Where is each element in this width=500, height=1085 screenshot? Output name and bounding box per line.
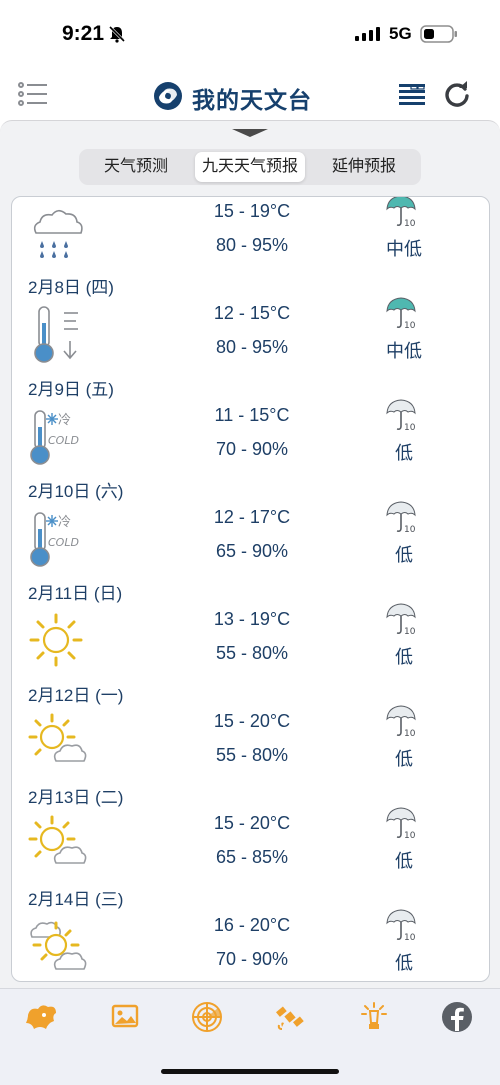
observatory-logo-icon xyxy=(153,81,183,116)
rain-risk: 低 xyxy=(395,443,413,463)
tab-bar: 天气预测 九天天气预报 延伸预报 xyxy=(79,149,421,185)
humidity-range: 70 - 90% xyxy=(215,439,289,459)
satellite-icon[interactable] xyxy=(274,1001,306,1038)
signal-icon xyxy=(355,27,381,46)
forecast-date: 2月8日 (四) xyxy=(28,278,114,297)
rain-risk: 低 xyxy=(395,545,413,565)
umbrella-label: 10 xyxy=(404,525,416,534)
rain-risk: 低 xyxy=(395,749,413,769)
humidity-range: 80 - 95% xyxy=(215,235,289,255)
status-time: 9:21 xyxy=(62,22,105,45)
umbrella-label: 10 xyxy=(404,729,416,738)
forecast-row: 2月13日 (二) 15 - 20°C 65 - 85% 10 低 xyxy=(12,788,489,892)
refresh-icon[interactable] xyxy=(443,80,471,113)
umbrella-label: 10 xyxy=(404,831,416,840)
sunny-periods-icon xyxy=(26,815,92,875)
bell-muted-icon xyxy=(108,25,126,48)
forecast-date: 2月13日 (二) xyxy=(28,788,124,807)
temperature-range: 15 - 20°C xyxy=(213,813,291,833)
hong-kong-map-icon[interactable] xyxy=(24,1001,60,1038)
forecast-date: 2月10日 (六) xyxy=(28,482,124,501)
forecast-date: 2月14日 (三) xyxy=(28,890,124,909)
forecast-row: 2月10日 (六) 冷 COLD 12 - 17°C 65 - 90% 10 低 xyxy=(12,482,489,586)
layout-grid-icon[interactable] xyxy=(399,83,425,111)
rain-risk: 低 xyxy=(395,851,413,871)
rain-risk: 中低 xyxy=(386,239,422,259)
forecast-date: 2月9日 (五) xyxy=(28,380,114,399)
forecast-row: 2月9日 (五) 冷 COLD 11 - 15°C 70 - 90% 10 低 xyxy=(12,380,489,484)
umbrella-icon: 10 xyxy=(385,197,419,233)
umbrella-label: 10 xyxy=(404,933,416,942)
cold-label: COLD xyxy=(48,434,79,447)
network-type: 5G xyxy=(389,24,412,43)
sunny-periods-icon xyxy=(26,713,92,773)
umbrella-label: 10 xyxy=(404,423,416,432)
umbrella-icon: 10 xyxy=(385,602,419,641)
forecast-date: 2月12日 (一) xyxy=(28,686,124,705)
cold-glyph: 冷 xyxy=(58,413,71,428)
umbrella-icon: 10 xyxy=(385,806,419,845)
forecast-list[interactable]: 15 - 19°C 80 - 95% 10 中低 2月8日 (四) 12 - 1… xyxy=(11,196,490,982)
umbrella-icon: 10 xyxy=(385,398,419,437)
sunny-intervals-icon xyxy=(26,917,92,977)
temperature-range: 15 - 20°C xyxy=(213,711,291,731)
temperature-range: 12 - 17°C xyxy=(213,507,291,527)
forecast-row: 2月11日 (日) 13 - 19°C 55 - 80% 10 低 xyxy=(12,584,489,688)
forecast-row: 2月14日 (三) 16 - 20°C 70 - 90% 10 低 xyxy=(12,890,489,981)
forecast-date: 2月11日 (日) xyxy=(28,584,123,603)
humidity-range: 55 - 80% xyxy=(215,643,289,663)
forecast-row: 2月8日 (四) 12 - 15°C 80 - 95% 10 中低 xyxy=(12,278,489,382)
cold-icon: 冷 COLD xyxy=(26,509,92,569)
umbrella-icon: 10 xyxy=(385,296,419,335)
rain-risk: 低 xyxy=(395,953,413,973)
app-bar: 我的天文台 xyxy=(0,72,500,118)
forecast-row: 15 - 19°C 80 - 95% 10 中低 xyxy=(12,197,489,280)
tab-extended-forecast[interactable]: 延伸预报 xyxy=(311,152,417,182)
temperature-range: 15 - 19°C xyxy=(213,201,291,221)
facebook-icon[interactable] xyxy=(441,1001,473,1038)
humidity-range: 55 - 80% xyxy=(215,745,289,765)
umbrella-icon: 10 xyxy=(385,500,419,539)
temperature-range: 12 - 15°C xyxy=(213,303,291,323)
radar-icon[interactable] xyxy=(191,1001,223,1038)
rain-cloud-icon xyxy=(26,203,92,263)
temperature-range: 11 - 15°C xyxy=(214,405,290,425)
temperature-range: 16 - 20°C xyxy=(213,915,291,935)
app-title: 我的天文台 xyxy=(192,87,312,113)
cold-icon: 冷 COLD xyxy=(26,407,92,467)
cold-label: COLD xyxy=(48,536,79,549)
forecast-row: 2月12日 (一) 15 - 20°C 55 - 80% 10 低 xyxy=(12,686,489,790)
battery-icon xyxy=(420,24,458,49)
tab-weather-forecast[interactable]: 天气预测 xyxy=(83,152,189,182)
sunny-icon xyxy=(26,611,92,671)
umbrella-icon: 10 xyxy=(385,704,419,743)
umbrella-icon: 10 xyxy=(385,908,419,947)
humidity-range: 65 - 85% xyxy=(215,847,289,867)
image-gallery-icon[interactable] xyxy=(110,1001,140,1036)
menu-list-icon[interactable] xyxy=(18,82,48,111)
umbrella-label: 10 xyxy=(404,219,416,228)
cold-glyph: 冷 xyxy=(58,515,71,530)
temperature-range: 13 - 19°C xyxy=(213,609,291,629)
lighthouse-icon[interactable] xyxy=(358,1001,390,1038)
sheet-handle[interactable] xyxy=(232,129,268,137)
humidity-range: 70 - 90% xyxy=(215,949,289,969)
status-bar: 9:21 5G xyxy=(0,0,500,70)
humidity-range: 65 - 90% xyxy=(215,541,289,561)
home-indicator[interactable] xyxy=(161,1069,339,1074)
tab-nine-day-forecast[interactable]: 九天天气预报 xyxy=(195,152,305,182)
temperature-drop-icon xyxy=(26,305,92,365)
rain-risk: 低 xyxy=(395,647,413,667)
humidity-range: 80 - 95% xyxy=(215,337,289,357)
rain-risk: 中低 xyxy=(386,341,422,361)
umbrella-label: 10 xyxy=(404,321,416,330)
umbrella-label: 10 xyxy=(404,627,416,636)
